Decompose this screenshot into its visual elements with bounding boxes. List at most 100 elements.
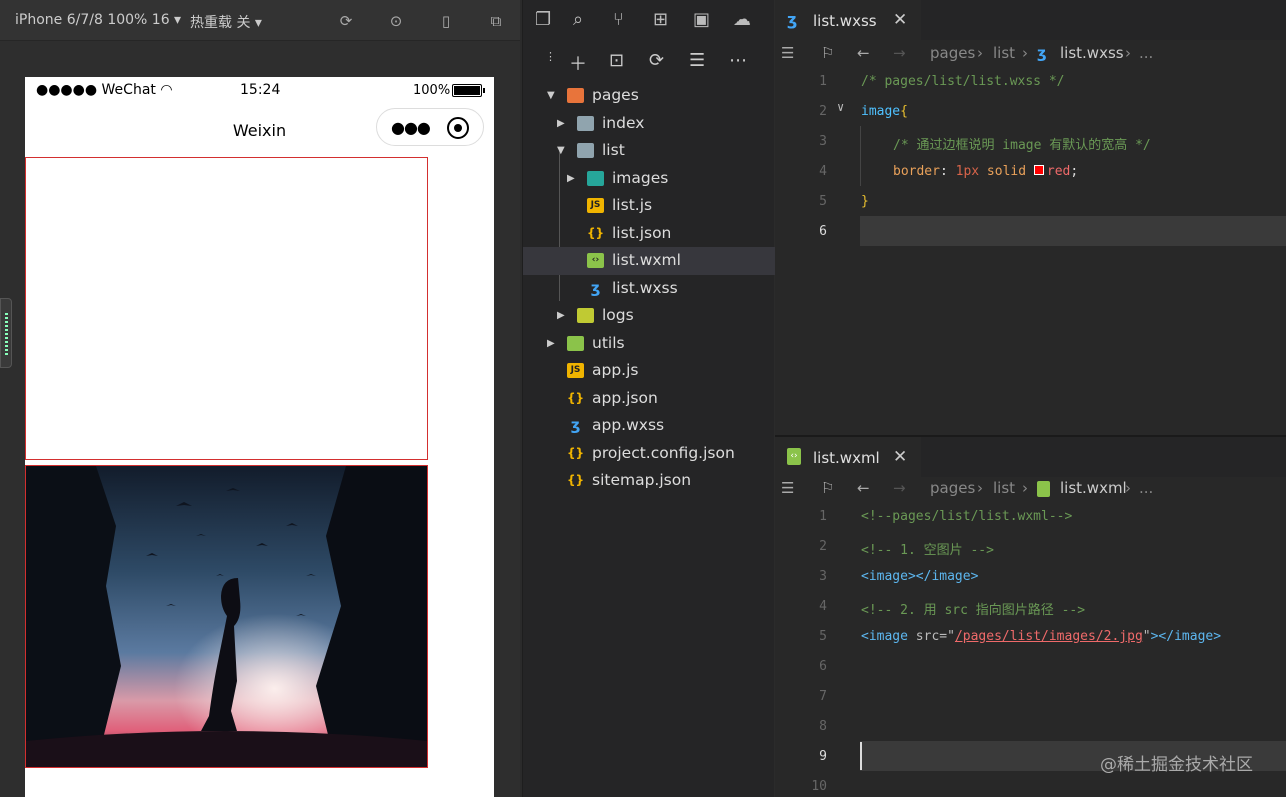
bookmark-icon[interactable]: ⚐ xyxy=(821,44,834,62)
chevron-down-icon[interactable]: ▼ xyxy=(547,82,555,110)
collapse-all-icon[interactable]: ☰ xyxy=(689,50,705,71)
tree-item[interactable]: ʒ list.wxss xyxy=(523,275,775,303)
line-number: 2 xyxy=(819,104,827,119)
chevron-right-icon[interactable]: ▶ xyxy=(557,110,565,138)
tree-item-label: app.wxss xyxy=(592,416,665,434)
phone-icon[interactable]: ▯ xyxy=(436,11,456,31)
close-tab-icon[interactable]: ✕ xyxy=(893,447,907,467)
hot-reload-label: 热重载 关 xyxy=(190,15,251,31)
tab-label: list.wxss xyxy=(813,12,877,30)
tree-item[interactable]: ʒ app.wxss xyxy=(523,412,775,440)
chevron-right-icon[interactable]: ▶ xyxy=(547,330,555,358)
outline-icon[interactable]: ☰ xyxy=(781,44,794,62)
docker-icon[interactable]: ☁ xyxy=(733,9,751,30)
source-control-icon[interactable]: ⑂ xyxy=(613,9,624,30)
fold-chevron-icon[interactable]: ∨ xyxy=(837,100,844,114)
files-icon[interactable]: ❐ xyxy=(535,9,551,30)
device-select[interactable]: iPhone 6/7/8 100% 16 ▾ xyxy=(15,12,181,28)
back-icon[interactable]: ← xyxy=(857,44,870,62)
bookmark-icon[interactable]: ⚐ xyxy=(821,479,834,497)
chevron-right-icon[interactable]: ▶ xyxy=(567,165,575,193)
phone-screen: ●●●●● WeChat ◠ 15:24 100% Weixin ●●● xyxy=(25,77,494,797)
code-line: /* pages/list/list.wxss */ xyxy=(861,74,1065,89)
tree-item[interactable]: ▶ logs xyxy=(523,302,775,330)
tree-item[interactable]: ▶ images xyxy=(523,165,775,193)
more-dots-icon[interactable]: ●●● xyxy=(391,118,431,137)
search-icon[interactable]: ⌕ xyxy=(573,9,583,30)
refresh-explorer-icon[interactable]: ⟳ xyxy=(649,50,664,71)
battery-icon xyxy=(452,84,485,97)
js-file-icon: JS xyxy=(587,198,604,213)
tree-item[interactable]: {} sitemap.json xyxy=(523,467,775,495)
close-mini-program-icon[interactable] xyxy=(447,117,469,139)
chevron-down-icon[interactable]: ▼ xyxy=(557,137,565,165)
crumb-more[interactable]: ... xyxy=(1139,479,1153,497)
tree-item[interactable]: {} list.json xyxy=(523,220,775,248)
line-number: 4 xyxy=(819,599,827,614)
more-tools-icon[interactable]: ⋮ xyxy=(545,50,556,63)
crumb-file[interactable]: list.wxml xyxy=(1060,479,1127,497)
tree-item[interactable]: JS app.js xyxy=(523,357,775,385)
wxss-code[interactable]: 1 2 ∨ 3 4 5 6 /* pages/list/list.wxss */… xyxy=(775,66,1286,435)
tree-item[interactable]: ‹› list.wxml xyxy=(523,247,775,275)
line-number: 9 xyxy=(819,749,827,764)
new-file-icon[interactable]: ＋ xyxy=(569,50,587,76)
tree-item[interactable]: ▶ index xyxy=(523,110,775,138)
chevron-right-icon: › xyxy=(977,44,983,62)
carrier-label: ●●●●● WeChat ◠ xyxy=(36,82,173,98)
tree-item[interactable]: ▼ pages xyxy=(523,82,775,110)
more-actions-icon[interactable]: ⋯ xyxy=(729,50,747,71)
detach-window-icon[interactable]: ⧉ xyxy=(486,11,506,31)
line-number: 10 xyxy=(811,779,827,794)
file-explorer: ❐ ⌕ ⑂ ⊞ ▣ ☁ ⋮ ＋ ⊡ ⟳ ☰ ⋯ ▼ pages ▶ index ▼ lis… xyxy=(522,0,775,797)
tree-item[interactable]: JS list.js xyxy=(523,192,775,220)
color-swatch[interactable] xyxy=(1033,165,1044,175)
tree-item[interactable]: {} project.config.json xyxy=(523,440,775,468)
close-tab-icon[interactable]: ✕ xyxy=(893,10,907,30)
crumb-list[interactable]: list xyxy=(993,44,1015,62)
tree-item[interactable]: {} app.json xyxy=(523,385,775,413)
chevron-right-icon: › xyxy=(1022,44,1028,62)
tree-item-label: list.wxss xyxy=(612,278,678,297)
stop-icon[interactable]: ⊙ xyxy=(386,11,406,31)
simulator-toolbar: iPhone 6/7/8 100% 16 ▾ 热重载 关 ▾ ⟳ ⊙ ▯ ⧉ xyxy=(0,0,520,41)
line-number: 8 xyxy=(819,719,827,734)
line-number: 3 xyxy=(819,134,827,149)
tree-item-label: app.json xyxy=(592,388,658,407)
wxss-file-icon: ʒ xyxy=(1037,44,1047,62)
back-icon[interactable]: ← xyxy=(857,479,870,497)
tree-item[interactable]: ▼ list xyxy=(523,137,775,165)
crumb-more[interactable]: ... xyxy=(1139,44,1153,62)
wxss-file-icon: ʒ xyxy=(570,416,581,434)
current-line-highlight xyxy=(860,216,1286,246)
crumb-file[interactable]: list.wxss xyxy=(1060,44,1124,62)
line-number: 7 xyxy=(819,689,827,704)
code-line: <image></image> xyxy=(861,569,979,584)
volume-handle[interactable] xyxy=(0,298,12,368)
crumb-list[interactable]: list xyxy=(993,479,1015,497)
watermark: @稀土掘金技术社区 xyxy=(1100,755,1253,775)
image-path-link[interactable]: /pages/list/images/2.jpg xyxy=(955,629,1143,644)
tab-list-wxml[interactable]: ‹› list.wxml ✕ xyxy=(775,437,921,477)
outline-icon[interactable]: ☰ xyxy=(781,479,794,497)
folder-open-icon xyxy=(577,143,594,158)
forward-icon[interactable]: → xyxy=(893,44,906,62)
mini-program-capsule[interactable]: ●●● xyxy=(376,108,484,146)
tab-list-wxss[interactable]: ʒ list.wxss ✕ xyxy=(775,0,921,40)
tree-item[interactable]: ▶ utils xyxy=(523,330,775,358)
code-line: <image src="/pages/list/images/2.jpg"></… xyxy=(861,629,1222,644)
tree-item-label: sitemap.json xyxy=(592,471,692,489)
landscape-image xyxy=(25,465,428,768)
forward-icon[interactable]: → xyxy=(893,479,906,497)
hot-reload-select[interactable]: 热重载 关 ▾ xyxy=(190,12,262,32)
new-folder-icon[interactable]: ⊡ xyxy=(609,50,624,71)
folder-open-icon xyxy=(567,88,584,103)
chevron-right-icon[interactable]: ▶ xyxy=(557,302,565,330)
tree-item-label: app.js xyxy=(592,361,639,379)
debug-icon[interactable]: ▣ xyxy=(693,9,710,30)
device-label: iPhone 6/7/8 100% 16 xyxy=(15,12,170,28)
refresh-icon[interactable]: ⟳ xyxy=(336,11,356,31)
crumb-pages[interactable]: pages xyxy=(930,479,975,497)
extensions-icon[interactable]: ⊞ xyxy=(653,9,668,30)
crumb-pages[interactable]: pages xyxy=(930,44,975,62)
